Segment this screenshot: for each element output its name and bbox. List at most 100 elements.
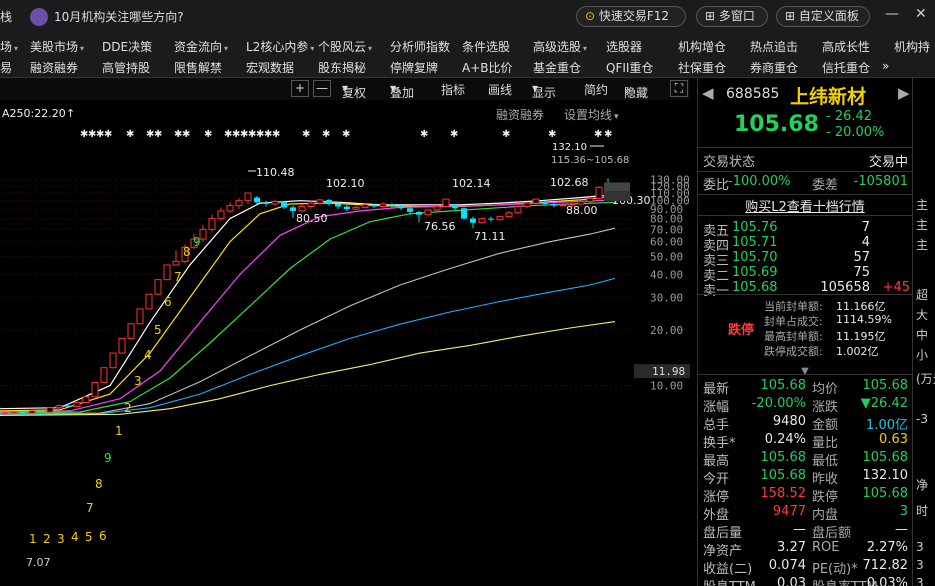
ask-row[interactable]: 卖一 105.68 105658 +45 [698,280,912,299]
candle-body [73,402,81,408]
menu-item[interactable]: 券商重仓 [750,59,798,76]
candle-body [379,203,387,208]
menu-item[interactable]: 热点追击 [750,38,798,55]
sequence-number: 1 [29,532,37,546]
menu-item[interactable]: 场 [0,38,18,55]
candle-body [298,206,306,212]
set-ma-dropdown-icon[interactable]: ▾ [614,112,619,122]
ask-label: 卖一 [703,284,730,299]
candle-body [217,210,225,220]
next-stock-icon[interactable]: ▶ [898,84,910,102]
news-headline[interactable]: 10月机构关注哪些方向? [54,8,184,25]
menu-item[interactable]: 易 [0,59,12,76]
stat-label: 盘后额 [812,526,852,541]
minimize-button[interactable]: — [885,6,899,22]
indicator-button[interactable]: 指标 [441,81,465,98]
menu-item[interactable]: 信托重仓 [822,59,870,76]
close-button[interactable]: ✕ [915,6,927,22]
candle-body [478,218,486,224]
wc-label: 委差 [812,178,839,193]
menu-item[interactable]: 选股器 [606,38,642,55]
stat-label: 涨幅 [703,400,730,415]
signal-star-icon: ✱ [502,129,510,140]
price-annotation: 7.07 [26,556,51,569]
menu-item[interactable]: 高成长性 [822,38,870,55]
restore-rights-dropdown[interactable]: 复权 ▾ [342,81,366,100]
window-icon: ⊞ [705,9,716,23]
sequence-number: 7 [86,501,94,515]
stat-label: ROE [812,540,840,555]
set-ma-button[interactable]: 设置均线 [564,108,612,122]
prev-stock-icon[interactable]: ◀ [702,84,714,102]
ask-volume: 105658 [820,280,870,295]
zoom-in-button[interactable]: + [291,80,309,97]
menu-item[interactable]: 机构持 [894,38,930,55]
zoom-out-button[interactable]: — [313,80,331,97]
menu-item[interactable]: » [882,59,889,73]
menu-item[interactable]: 资金流向 [174,38,228,55]
ma-line [0,195,616,412]
candle-body [20,412,26,414]
candle-body [371,204,377,207]
menu-item[interactable]: 条件选股 [462,38,510,55]
candle-body [100,367,108,383]
menu-item[interactable]: QFII重仓 [606,59,653,76]
candle-body [416,211,422,215]
price-annotation: 102.10 [326,177,365,190]
menu-item[interactable]: 限售解禁 [174,59,222,76]
menu-item[interactable]: 美股市场 [30,38,84,55]
menu-item[interactable]: DDE决策 [102,38,152,55]
menu-item[interactable]: 分析师指数 [390,38,450,55]
menu-item[interactable]: 停牌复牌 [390,59,438,76]
draw-line-button[interactable]: 画线 [488,81,512,98]
fullscreen-icon[interactable]: ⛶ [670,80,688,97]
candle-body [10,411,18,414]
stat-label: 最高 [703,454,730,469]
overlay-dropdown[interactable]: 叠加 ▾ [390,81,414,100]
menu-item[interactable]: 基金重仓 [533,59,581,76]
ma-line [0,199,616,413]
quick-trade-button[interactable]: ⊙ 快速交易F12 [576,6,686,27]
last-price: 105.68 [734,112,819,137]
ask-volume: 7 [861,220,870,235]
signal-star-icon: ✱ [126,129,134,140]
menu-item[interactable]: 高管持股 [102,59,150,76]
menu-item[interactable]: 股东揭秘 [318,59,366,76]
stats-row: 总手 9480 金额 1.00亿 [698,414,912,433]
y-tick-label: 70.00 [650,223,683,236]
custom-panel-button[interactable]: ⊞ 自定义面板 [776,6,870,27]
restore-rights-label: 复权 [342,86,367,100]
menu-item[interactable]: 个股风云 [318,38,372,55]
candle-body [145,293,153,310]
multi-window-button[interactable]: ⊞ 多窗口 [696,6,768,27]
news-icon[interactable] [30,8,48,26]
signal-star-icon: ✱ [272,129,280,140]
simple-button[interactable]: 简约 [584,81,608,98]
l2-link[interactable]: 购买L2查看十档行情 [698,196,912,215]
y-tick-label: 50.00 [650,250,683,263]
candle-body [154,279,162,295]
menu-item[interactable]: 宏观数据 [246,59,294,76]
candle-body [226,205,234,212]
signal-star-icon: ✱ [548,129,556,140]
range-box [604,191,630,202]
menu-item[interactable]: 融资融券 [30,59,78,76]
menu-item[interactable]: 高级选股 [533,38,587,55]
candle-body [326,199,332,204]
candle-body [271,201,279,205]
menu-item[interactable]: A+B比价 [462,59,513,76]
title-fragment: 栈 [0,10,13,24]
stat-label: 外盘 [703,508,730,523]
menu-item[interactable]: 社保重仓 [678,59,726,76]
ask-delta: +45 [882,280,910,295]
menu-item[interactable]: L2核心内参 [246,38,314,55]
display-dropdown[interactable]: 显示 ▾ [532,81,556,100]
kline-chart[interactable]: A250:22.20 ↑ 融资融券 设置均线 ▾✱ ✱ ✱ ✱ ✱ ✱ ✱ ✱ ✱ ✱ ✱ ✱ ✱ ✱ ✱ ✱ ✱ ✱ ✱ ✱… [0,100,690,586]
multi-window-label: 多窗口 [718,9,755,23]
ask-price: 105.71 [732,235,778,250]
title-bar: 栈 10月机构关注哪些方向? ⊙ 快速交易F12 ⊞ 多窗口 ⊞ 自定义面板 —… [0,0,935,34]
y-tick-label: 20.00 [650,324,683,337]
stat-label: 股息TTM [703,576,756,586]
stat-label: 涨停 [703,490,730,505]
menu-item[interactable]: 机构增仓 [678,38,726,55]
